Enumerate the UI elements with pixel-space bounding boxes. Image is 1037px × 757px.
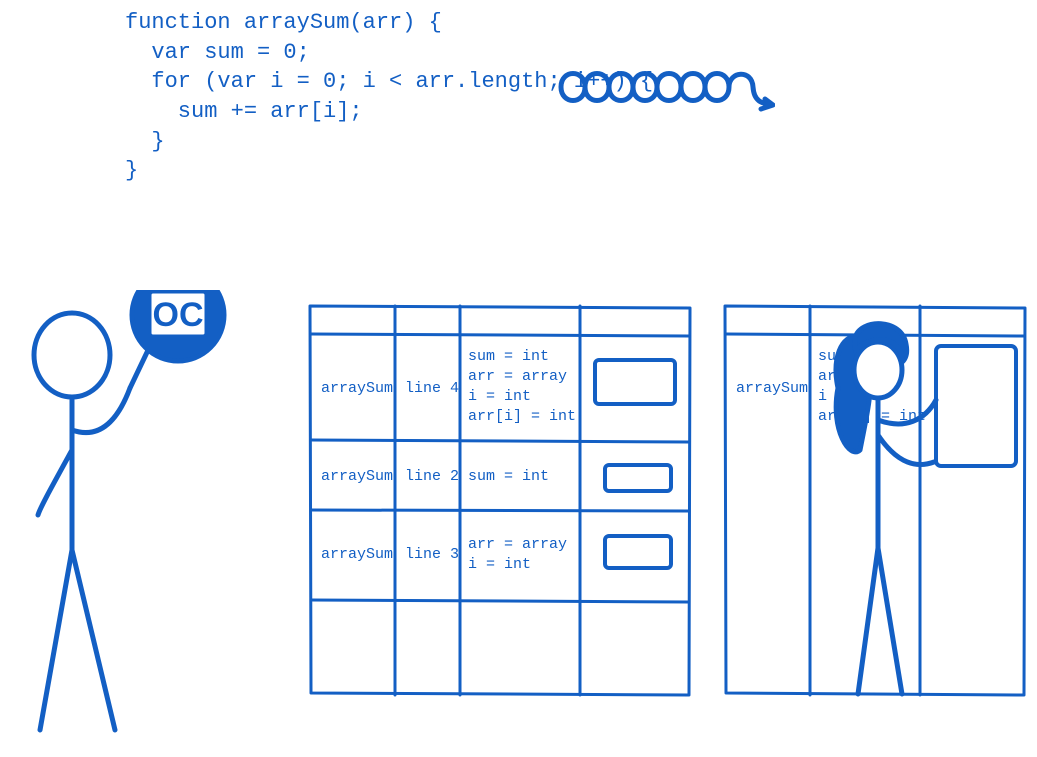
optimization-cabinet-left: arraySum line 4 sum = int arr = array i … <box>305 300 695 700</box>
code-line: sum += arr[i]; <box>125 99 363 124</box>
shelf-slot-icon <box>936 346 1016 466</box>
shelf-slot-icon <box>605 465 671 491</box>
cell-fn: arraySum <box>321 380 393 397</box>
cell-type: sum = int <box>468 348 549 365</box>
shelf-slot-icon <box>605 536 671 568</box>
swirl-arrow-icon <box>555 55 775 115</box>
cell-type: i = int <box>468 556 531 573</box>
cell-type: arr = array <box>468 536 567 553</box>
cell-fn: arraySum <box>321 468 393 485</box>
oc-sign-label: OC <box>153 296 204 334</box>
code-line: var sum = 0; <box>125 40 310 65</box>
cell-type: arr[i] = int <box>468 408 576 425</box>
shelf-slot-icon <box>595 360 675 404</box>
cell-type: i = int <box>468 388 531 405</box>
cell-line: line 2 <box>405 468 459 485</box>
cell-type: arr = array <box>468 368 567 385</box>
cell-fn: arraySum <box>321 546 393 563</box>
optimization-cabinet-right: arraySum sum arr = i = arr[i] = int <box>720 300 1030 700</box>
diagram-root: function arraySum(arr) { var sum = 0; fo… <box>0 0 1037 757</box>
cell-line: line 3 <box>405 546 459 563</box>
code-line: function arraySum(arr) { <box>125 10 442 35</box>
stick-figure-oc: OC <box>10 290 290 757</box>
cell-fn: arraySum <box>736 380 808 397</box>
cell-line: line 4 <box>405 380 459 397</box>
code-line: } <box>125 158 138 183</box>
code-line: } <box>125 129 165 154</box>
cell-type: sum = int <box>468 468 549 485</box>
